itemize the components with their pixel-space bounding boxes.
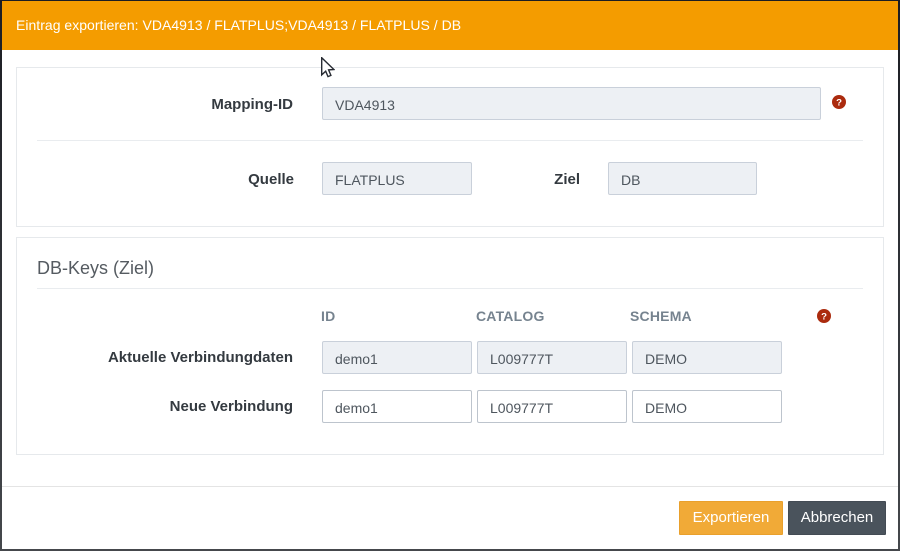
svg-text:?: ?: [821, 312, 827, 323]
svg-text:?: ?: [836, 98, 842, 109]
